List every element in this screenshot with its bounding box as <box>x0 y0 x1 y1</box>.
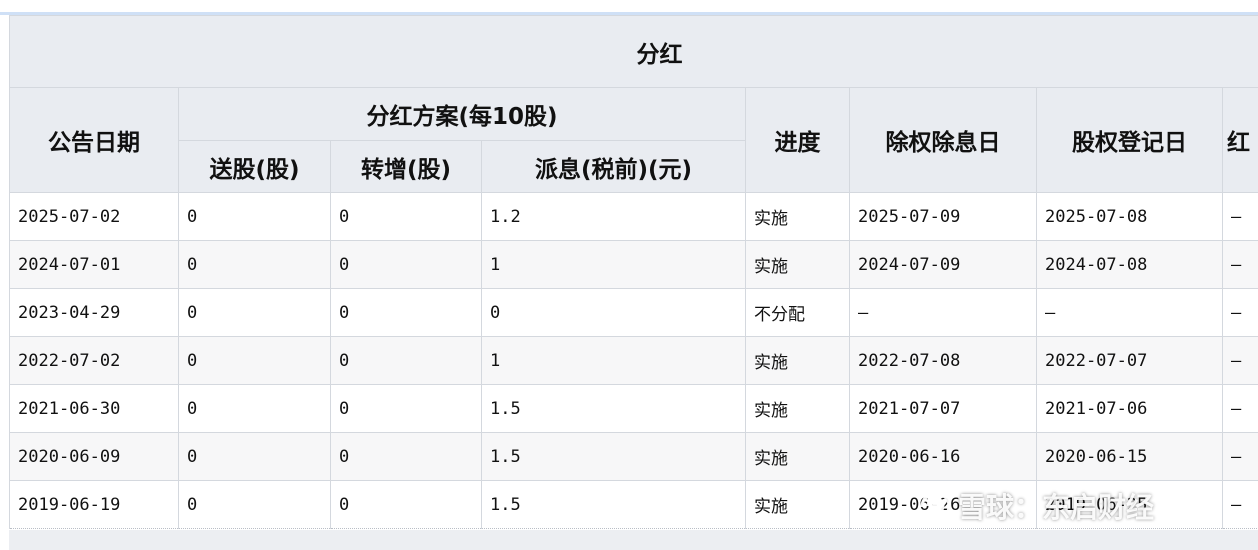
cell-bonus: 0 <box>178 288 331 337</box>
header-bonus-shares[interactable]: 送股(股) <box>178 140 331 193</box>
cell-announce-date: 2022-07-02 <box>9 336 179 385</box>
snowball-logo-icon <box>920 492 951 520</box>
cell-announce-date: 2025-07-02 <box>9 192 179 241</box>
cell-next: — <box>1222 240 1258 289</box>
header-record-date[interactable]: 股权登记日 <box>1036 87 1223 193</box>
cell-cash: 1.2 <box>481 192 746 241</box>
cell-cash: 1 <box>481 240 746 289</box>
cell-bonus: 0 <box>178 240 331 289</box>
table-footer <box>9 530 1258 550</box>
cell-record-date: 2021-07-06 <box>1036 384 1223 433</box>
cell-progress: 不分配 <box>745 288 850 337</box>
cell-bonus: 0 <box>178 432 331 481</box>
cell-progress: 实施 <box>745 384 850 433</box>
table-row: 2022-07-02 0 0 1 实施 2022-07-08 2022-07-0… <box>9 336 1258 385</box>
header-cash-dividend[interactable]: 派息(税前)(元) <box>481 140 746 193</box>
watermark: 雪球：东启财经 <box>918 486 1154 526</box>
watermark-text: 雪球：东启财经 <box>958 491 1155 524</box>
cell-ex-date: 2021-07-07 <box>849 384 1037 433</box>
cell-bonus: 0 <box>178 336 331 385</box>
header-ex-date[interactable]: 除权除息日 <box>849 87 1037 193</box>
cell-progress: 实施 <box>745 432 850 481</box>
cell-cash: 1 <box>481 336 746 385</box>
header-transfer-shares[interactable]: 转增(股) <box>330 140 482 193</box>
page-viewport: 分红 公告日期 分红方案(每10股) 进度 除权除息日 股权登记日 红 送股(股… <box>0 0 1258 550</box>
cell-progress: 实施 <box>745 192 850 241</box>
table-row: 2020-06-09 0 0 1.5 实施 2020-06-16 2020-06… <box>9 432 1258 481</box>
cell-ex-date: 2020-06-16 <box>849 432 1037 481</box>
cell-next: — <box>1222 384 1258 433</box>
cell-ex-date: — <box>849 288 1037 337</box>
cell-record-date: 2025-07-08 <box>1036 192 1223 241</box>
cell-cash: 1.5 <box>481 480 746 529</box>
cell-record-date: 2020-06-15 <box>1036 432 1223 481</box>
group-title: 分红 <box>9 15 1258 88</box>
cell-bonus: 0 <box>178 384 331 433</box>
cell-ex-date: 2022-07-08 <box>849 336 1037 385</box>
cell-record-date: 2024-07-08 <box>1036 240 1223 289</box>
cell-cash: 1.5 <box>481 384 746 433</box>
cell-next: — <box>1222 192 1258 241</box>
dividend-table: 分红 公告日期 分红方案(每10股) 进度 除权除息日 股权登记日 红 送股(股… <box>9 15 1258 529</box>
cell-transfer: 0 <box>330 192 482 241</box>
cell-bonus: 0 <box>178 192 331 241</box>
cell-next: — <box>1222 432 1258 481</box>
cell-transfer: 0 <box>330 480 482 529</box>
cell-bonus: 0 <box>178 480 331 529</box>
cell-progress: 实施 <box>745 240 850 289</box>
cell-transfer: 0 <box>330 432 482 481</box>
cell-record-date: — <box>1036 288 1223 337</box>
table-row: 2025-07-02 0 0 1.2 实施 2025-07-09 2025-07… <box>9 192 1258 241</box>
cell-transfer: 0 <box>330 240 482 289</box>
header-announce-date[interactable]: 公告日期 <box>9 87 179 193</box>
cell-progress: 实施 <box>745 336 850 385</box>
cell-transfer: 0 <box>330 288 482 337</box>
cell-announce-date: 2020-06-09 <box>9 432 179 481</box>
table-row: 2021-06-30 0 0 1.5 实施 2021-07-07 2021-07… <box>9 384 1258 433</box>
cell-ex-date: 2025-07-09 <box>849 192 1037 241</box>
cell-announce-date: 2024-07-01 <box>9 240 179 289</box>
cell-cash: 0 <box>481 288 746 337</box>
cell-announce-date: 2023-04-29 <box>9 288 179 337</box>
cell-announce-date: 2021-06-30 <box>9 384 179 433</box>
cell-next: — <box>1222 336 1258 385</box>
cell-transfer: 0 <box>330 384 482 433</box>
cell-next: — <box>1222 480 1258 529</box>
header-plan-group: 分红方案(每10股) <box>178 87 746 141</box>
cell-progress: 实施 <box>745 480 850 529</box>
cell-ex-date: 2024-07-09 <box>849 240 1037 289</box>
cell-next: — <box>1222 288 1258 337</box>
table-row: 2023-04-29 0 0 0 不分配 — — — <box>9 288 1258 337</box>
cell-cash: 1.5 <box>481 432 746 481</box>
cell-record-date: 2022-07-07 <box>1036 336 1223 385</box>
header-next-partial: 红 <box>1222 87 1258 193</box>
table-row: 2024-07-01 0 0 1 实施 2024-07-09 2024-07-0… <box>9 240 1258 289</box>
cell-announce-date: 2019-06-19 <box>9 480 179 529</box>
cell-transfer: 0 <box>330 336 482 385</box>
header-progress[interactable]: 进度 <box>745 87 850 193</box>
